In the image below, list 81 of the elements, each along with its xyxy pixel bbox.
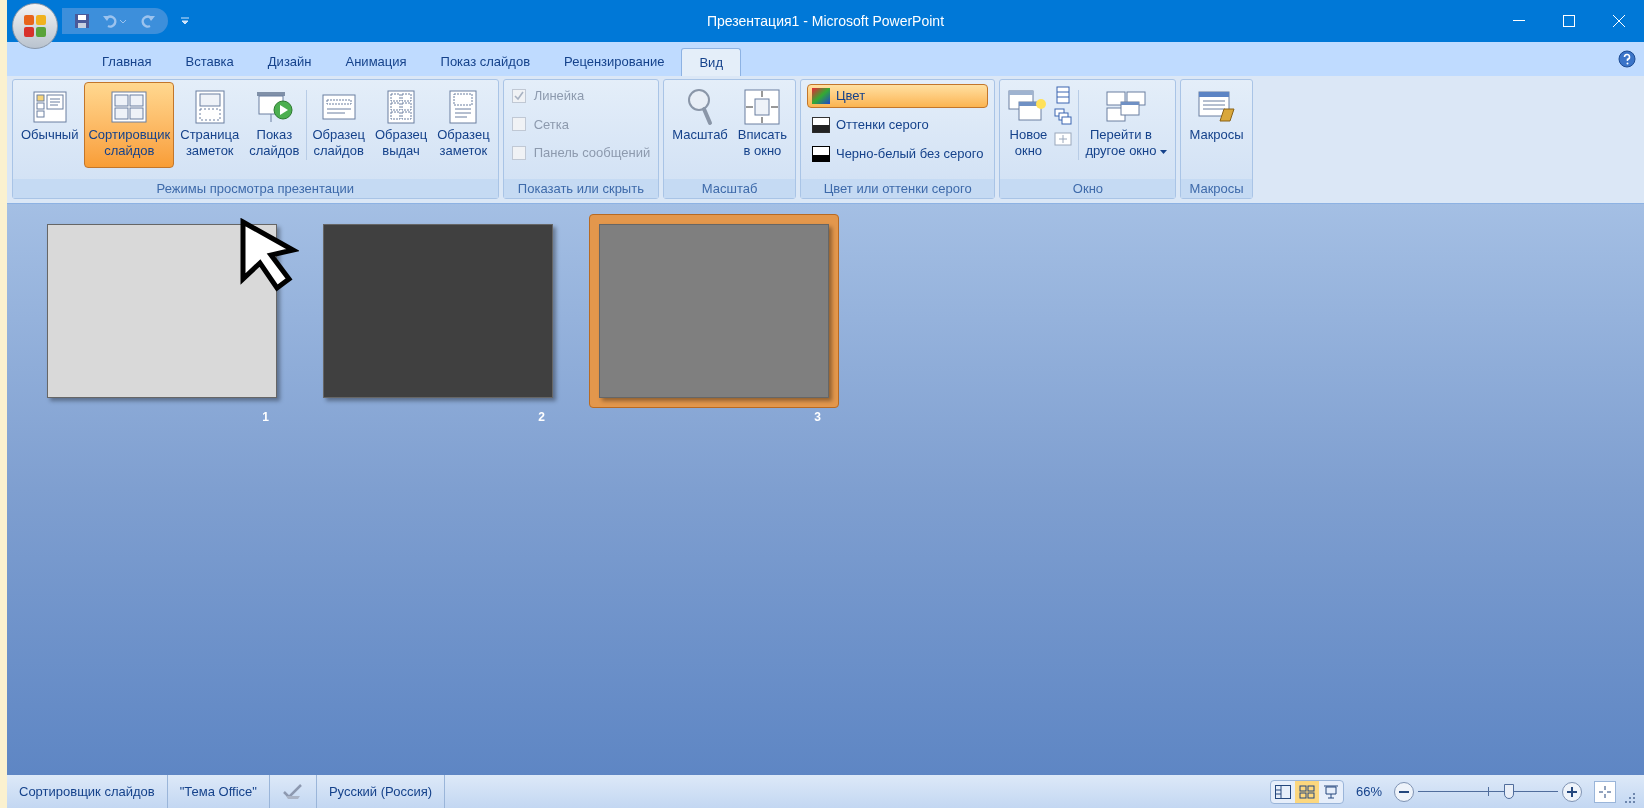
- zoom-level[interactable]: 66%: [1343, 781, 1394, 802]
- ribbon-tab[interactable]: Анимация: [328, 48, 424, 76]
- notes-master-icon: [449, 90, 478, 124]
- handout-master-icon: [387, 90, 416, 124]
- maximize-icon: [1563, 15, 1575, 27]
- color-mode-option[interactable]: Оттенки серого: [806, 113, 989, 137]
- spellcheck-icon[interactable]: [281, 783, 304, 800]
- windows-icon: [1106, 91, 1147, 123]
- ribbon-button[interactable]: Обычный: [17, 82, 83, 168]
- ribbon-button[interactable]: Макросы: [1185, 82, 1248, 168]
- color-mode-option[interactable]: Цвет: [806, 84, 989, 108]
- office-logo-icon: [22, 13, 48, 39]
- fit-to-window-icon: [744, 89, 781, 125]
- slide-sorter-icon: [1298, 784, 1315, 799]
- fit-icon: [1598, 784, 1612, 799]
- view-button[interactable]: [1294, 780, 1319, 803]
- color-mode-option[interactable]: Черно-белый без серого: [806, 142, 989, 166]
- slide-number: 2: [538, 409, 545, 426]
- zoom-in-button[interactable]: [1562, 781, 1582, 802]
- group-title: Показать или скрыть: [503, 179, 659, 198]
- slide-number: 3: [814, 409, 821, 426]
- ribbon-button[interactable]: Новое окно: [1004, 82, 1053, 168]
- macros-icon: [1197, 91, 1236, 123]
- ribbon-tab[interactable]: Показ слайдов: [423, 48, 548, 76]
- slideshow-icon: [255, 90, 294, 124]
- group-title: Цвет или оттенки серого: [800, 179, 995, 198]
- ribbon-button[interactable]: Показ слайдов: [245, 82, 304, 168]
- slide-sorter-icon: [111, 91, 148, 123]
- office-button[interactable]: [12, 3, 58, 49]
- save-icon[interactable]: [74, 13, 90, 29]
- resize-grip-icon[interactable]: [1624, 792, 1636, 804]
- slider-thumb[interactable]: [1504, 783, 1514, 799]
- ribbon-button[interactable]: Сортировщик слайдов: [84, 82, 175, 168]
- group-title: Макросы: [1181, 179, 1252, 198]
- status-text: "Тема Office": [167, 775, 270, 808]
- contrast-icon: [811, 146, 830, 162]
- redo-icon[interactable]: [140, 13, 156, 29]
- ribbon-button[interactable]: Вписать в окно: [733, 82, 791, 168]
- slideshow-icon: [1322, 784, 1339, 799]
- group-title: Окно: [1000, 179, 1176, 198]
- ribbon-button[interactable]: Масштаб: [668, 82, 732, 168]
- help-icon[interactable]: [1618, 50, 1636, 68]
- cascade-icon[interactable]: [1054, 108, 1073, 126]
- ribbon-button[interactable]: Образец слайдов: [308, 82, 369, 168]
- undo-icon[interactable]: [102, 13, 128, 29]
- ribbon-button[interactable]: Образец выдач: [370, 82, 432, 168]
- color-swatch-icon: [811, 88, 830, 104]
- normal-view-icon: [32, 91, 67, 123]
- slide-thumbnail[interactable]: [599, 224, 829, 398]
- plus-icon: [1567, 786, 1577, 797]
- normal-view-icon: [1274, 784, 1291, 799]
- ribbon-button[interactable]: Страница заметок: [176, 82, 244, 168]
- status-text: Сортировщик слайдов: [7, 775, 168, 808]
- slide-thumbnail[interactable]: [47, 224, 277, 398]
- magnifier-icon: [686, 88, 714, 126]
- slide-thumbnail[interactable]: [323, 224, 553, 398]
- ribbon-button[interactable]: Образец заметок: [433, 82, 494, 168]
- ribbon-tab[interactable]: Вид: [681, 48, 741, 76]
- ribbon-button[interactable]: Перейти в другое окно: [1081, 82, 1172, 168]
- minus-icon: [1399, 790, 1409, 793]
- window-title: Презентация1 - Microsoft PowerPoint: [706, 11, 945, 31]
- fit-slide-button[interactable]: [1594, 780, 1616, 803]
- customize-dropdown-icon[interactable]: [180, 16, 190, 26]
- notes-page-icon: [194, 90, 225, 124]
- zoom-out-button[interactable]: [1394, 781, 1414, 802]
- ribbon-tab[interactable]: Главная: [85, 48, 169, 76]
- arrange-icon[interactable]: [1054, 86, 1073, 104]
- grayscale-icon: [811, 117, 830, 133]
- minimize-icon: [1513, 20, 1525, 22]
- ribbon-tab[interactable]: Вставка: [168, 48, 251, 76]
- new-window-icon: [1008, 90, 1049, 124]
- ribbon-tab[interactable]: Дизайн: [250, 48, 329, 76]
- group-title: Режимы просмотра презентации: [13, 179, 498, 198]
- slide-number: 1: [262, 409, 269, 426]
- close-icon: [1613, 15, 1625, 27]
- status-text: Русский (Россия): [316, 775, 445, 808]
- group-title: Масштаб: [664, 179, 795, 198]
- split-icon[interactable]: [1054, 130, 1073, 148]
- mouse-pointer-icon: [239, 218, 299, 294]
- slide-master-icon: [321, 92, 356, 122]
- ribbon-tab[interactable]: Рецензирование: [547, 48, 682, 76]
